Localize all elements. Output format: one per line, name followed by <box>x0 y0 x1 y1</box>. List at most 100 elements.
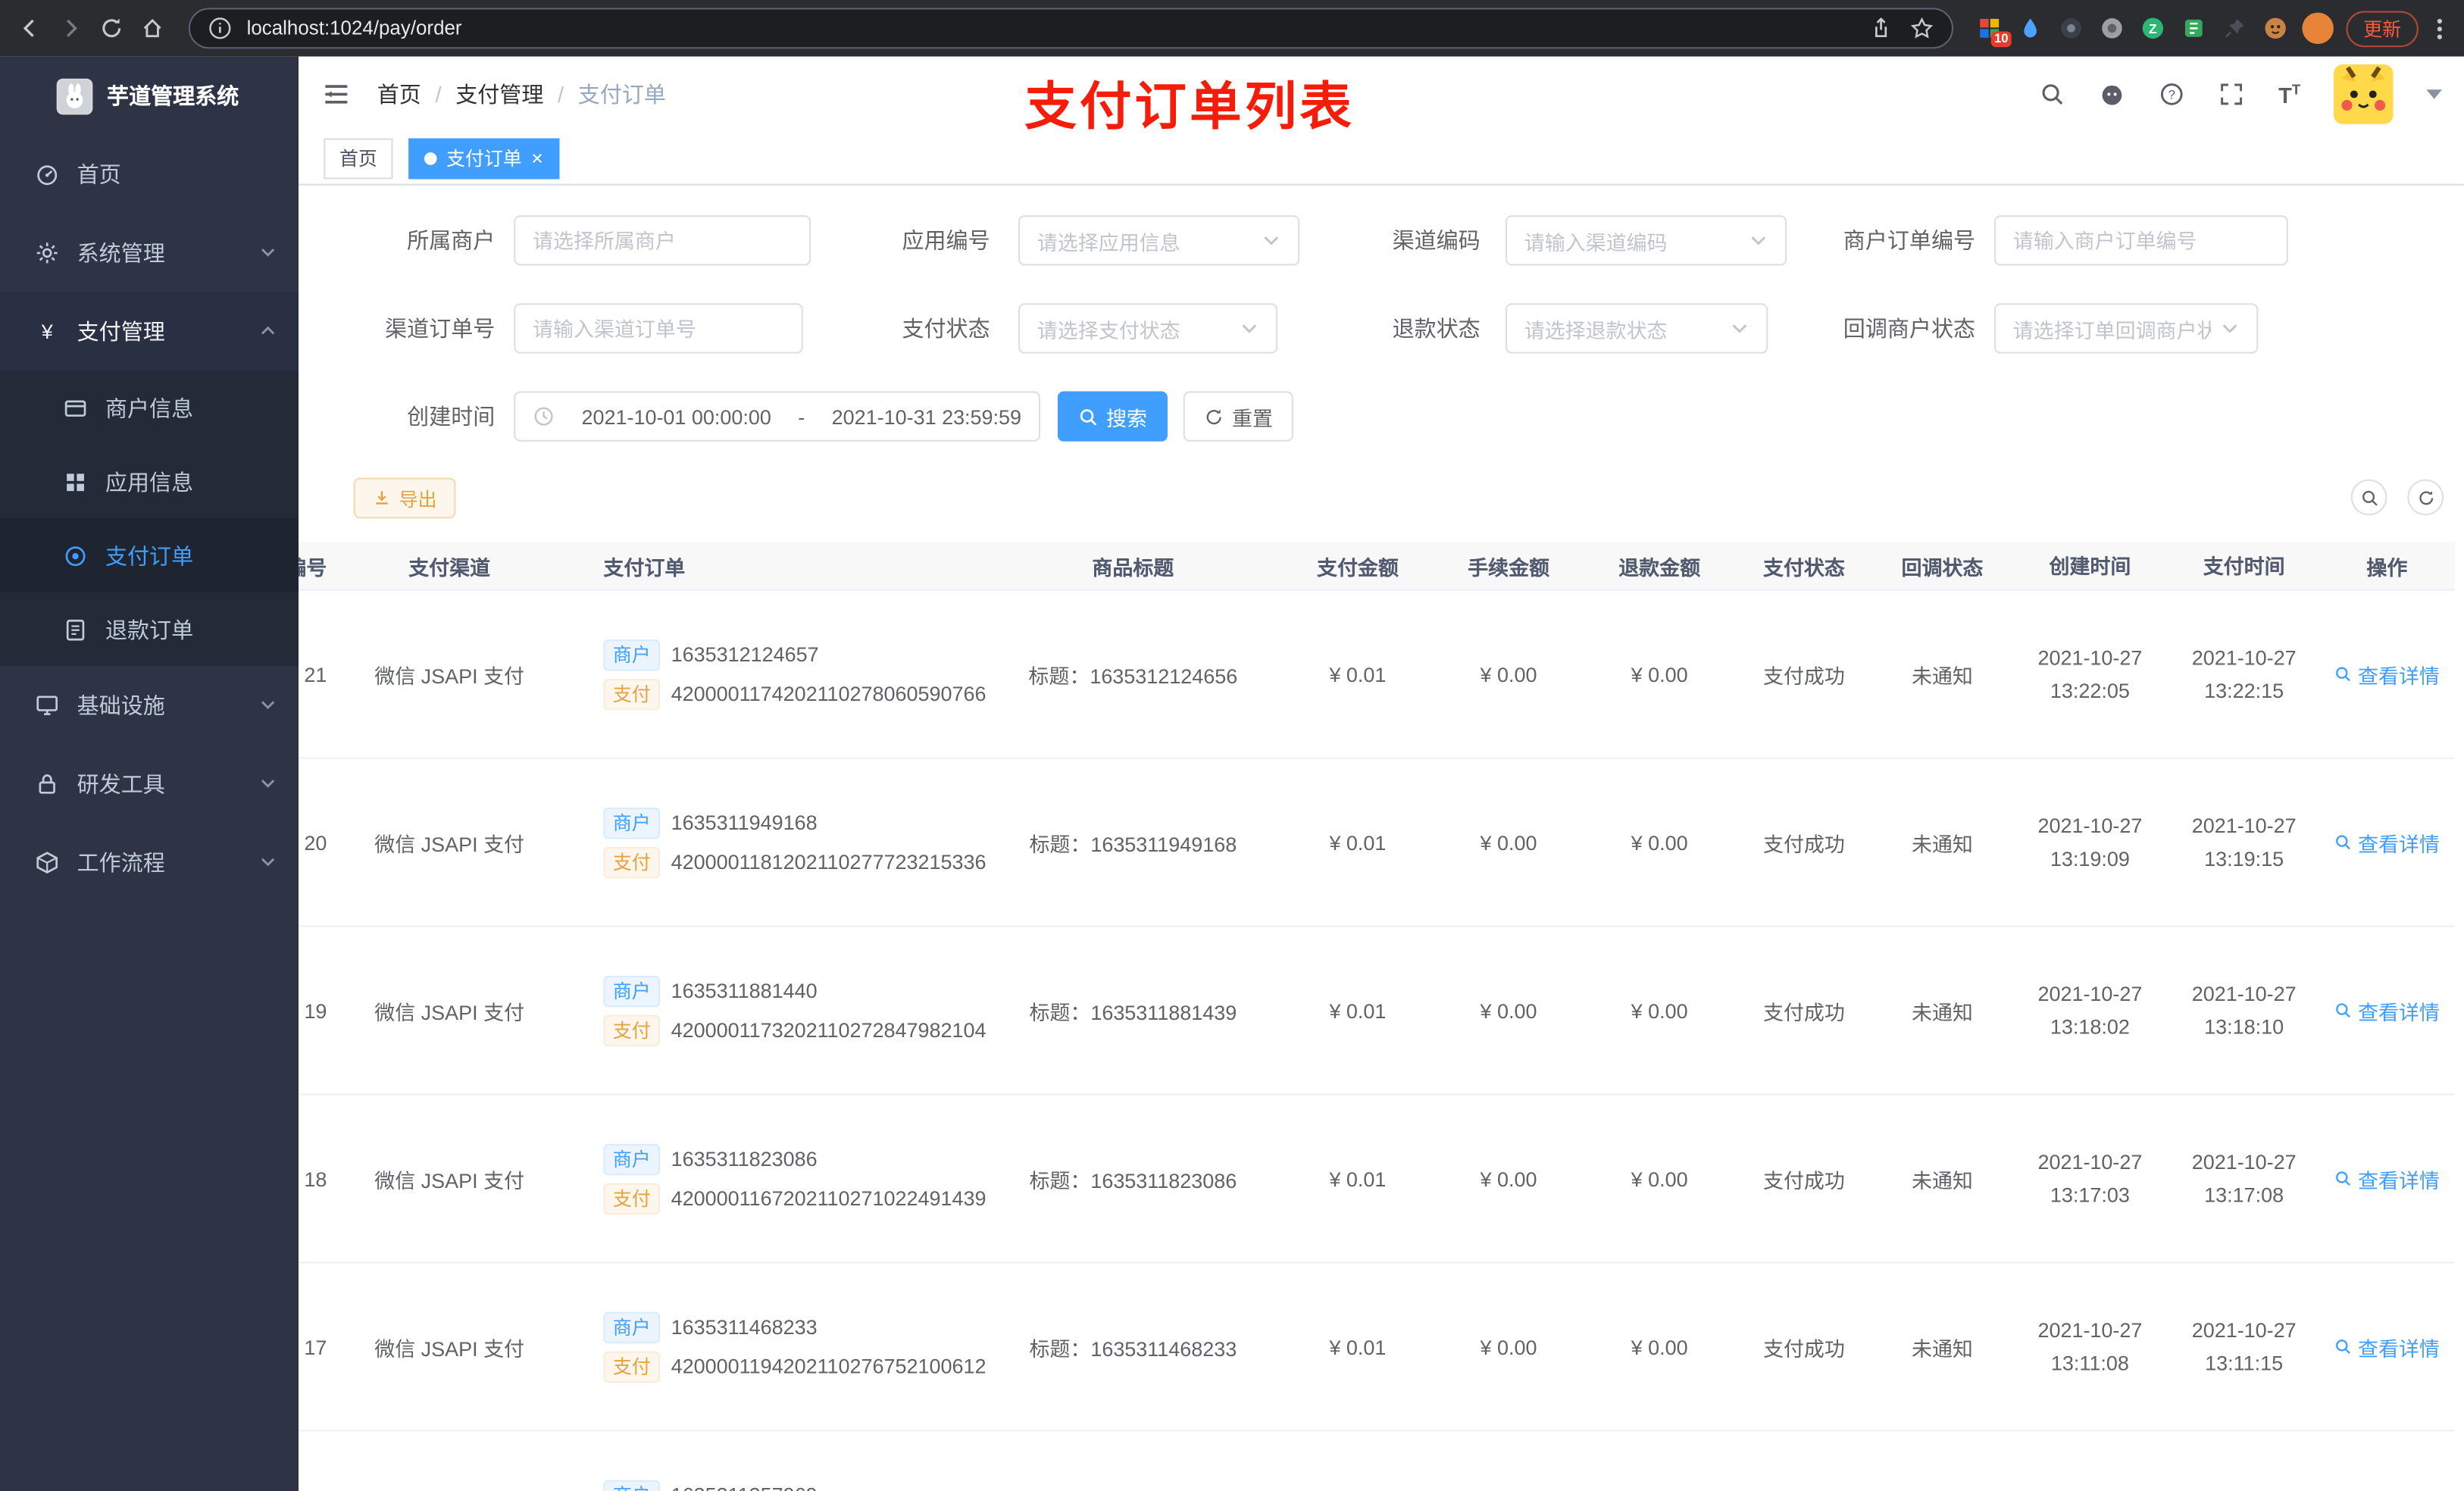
col-header-status: 支付状态 <box>1762 555 1845 580</box>
cell-notify: 未通知 <box>1911 1000 1973 1024</box>
extension-gray-icon[interactable] <box>2098 14 2126 42</box>
sidebar-item-merchant-info[interactable]: 商户信息 <box>0 370 299 444</box>
tab-pay-order[interactable]: 支付订单 × <box>408 137 559 179</box>
help-icon[interactable]: ? <box>2159 81 2186 108</box>
app-logo[interactable]: 芋道管理系统 <box>0 57 299 136</box>
github-icon[interactable] <box>2100 81 2126 108</box>
search-button[interactable]: 搜索 <box>1057 391 1168 442</box>
pay-status-select[interactable]: 请选择支付状态 <box>1018 303 1278 354</box>
sidebar-item-payment[interactable]: ¥ 支付管理 <box>0 292 299 371</box>
date-end: 2021-10-31 23:59:59 <box>831 405 1022 429</box>
reset-button[interactable]: 重置 <box>1183 391 1293 442</box>
reload-icon[interactable] <box>98 14 126 42</box>
export-button[interactable]: 导出 <box>353 477 456 519</box>
chevron-down-icon <box>259 240 277 265</box>
breadcrumb-payment[interactable]: 支付管理 <box>455 79 543 110</box>
user-avatar[interactable] <box>2333 64 2394 124</box>
svg-text:¥: ¥ <box>41 320 54 343</box>
font-size-icon[interactable]: TT <box>2278 81 2300 108</box>
sidebar-item-app-info[interactable]: 应用信息 <box>0 445 299 518</box>
cell-status: 支付成功 <box>1762 832 1845 856</box>
col-header-fee: 手续金额 <box>1468 555 1549 580</box>
merchant-order-no-input[interactable] <box>1993 215 2288 266</box>
filter-label-merchant-order-no: 商户订单编号 <box>1843 227 1976 253</box>
channel-order-no-input[interactable] <box>514 303 803 354</box>
sidebar-item-refund-order[interactable]: 退款订单 <box>0 592 299 666</box>
sidebar-item-infra[interactable]: 基础设施 <box>0 666 299 745</box>
refresh-button[interactable] <box>2407 479 2444 516</box>
browser-profile-avatar[interactable] <box>2302 12 2334 45</box>
home-icon[interactable] <box>139 14 167 42</box>
breadcrumb-separator: / <box>435 81 442 108</box>
extension-grid-icon[interactable]: 10 <box>1975 14 2012 48</box>
col-header-notify: 回调状态 <box>1901 555 1984 580</box>
forward-icon[interactable] <box>57 14 85 42</box>
view-detail-link[interactable]: 查看详情 <box>2334 1164 2440 1193</box>
app-select[interactable]: 请选择应用信息 <box>1018 215 1300 266</box>
col-header-created: 创建时间 <box>2049 554 2131 578</box>
yen-icon: ¥ <box>41 320 54 343</box>
notify-status-select[interactable]: 请选择订单回调商户状态 <box>1993 303 2259 354</box>
sidebar-item-label: 应用信息 <box>105 469 194 495</box>
extension-dark-icon[interactable] <box>2057 14 2085 42</box>
table-header-row: 编号 支付渠道 支付订单 商品标题 支付金额 手续金额 退款金额 支付状态 回调… <box>299 542 2455 591</box>
merchant-no: 1635311357969 <box>671 1483 818 1491</box>
channel-order-no-field[interactable] <box>533 316 784 341</box>
extension-drop-icon[interactable] <box>2016 14 2044 42</box>
app-title: 芋道管理系统 <box>107 83 239 109</box>
close-icon[interactable]: × <box>531 148 543 168</box>
sidebar: 芋道管理系统 首页 系统管理 ¥ 支付管理 商户信息 应用信息 支付订单 退款订… <box>0 56 299 1491</box>
pin-icon[interactable] <box>2221 14 2249 42</box>
share-icon[interactable] <box>1867 14 1895 42</box>
cell-notify: 未通知 <box>1911 832 1973 856</box>
merchant-tag: 商户 <box>603 974 661 1007</box>
merchant-input[interactable] <box>514 215 811 266</box>
sidebar-item-workflow[interactable]: 工作流程 <box>0 824 299 902</box>
merchant-input-field[interactable] <box>533 228 793 252</box>
merchant-tag: 商户 <box>603 1479 661 1491</box>
site-info-icon[interactable] <box>206 14 234 42</box>
back-icon[interactable] <box>16 14 44 42</box>
browser-update-button[interactable]: 更新 <box>2346 10 2419 47</box>
toggle-search-button[interactable] <box>2350 479 2387 516</box>
avatar-caret-icon[interactable] <box>2426 89 2442 99</box>
refund-status-select[interactable]: 请选择退款状态 <box>1505 303 1768 354</box>
view-detail-link[interactable]: 查看详情 <box>2334 659 2440 689</box>
view-detail-link[interactable]: 查看详情 <box>2334 1332 2440 1361</box>
sidebar-item-dev-tools[interactable]: 研发工具 <box>0 745 299 824</box>
sidebar-item-system[interactable]: 系统管理 <box>0 214 299 292</box>
cell-fee: ¥ 0.00 <box>1480 662 1537 686</box>
breadcrumb-home[interactable]: 首页 <box>377 79 421 110</box>
cell-paid: 2021-10-27 13:19:15 <box>2191 814 2297 871</box>
cell-refund: ¥ 0.00 <box>1631 1334 1688 1358</box>
chevron-down-icon <box>259 693 277 718</box>
pay-no: 4200001174202110278060590766 <box>671 682 987 706</box>
sidebar-item-home[interactable]: 首页 <box>0 135 299 214</box>
channel-code-select[interactable]: 请输入渠道编码 <box>1505 215 1787 266</box>
cell-amount: ¥ 0.01 <box>1329 1334 1387 1358</box>
pay-tag: 支付 <box>603 1182 661 1214</box>
hamburger-icon[interactable] <box>321 79 352 110</box>
extension-book-icon[interactable] <box>2180 14 2208 42</box>
extension-green-icon[interactable]: Z <box>2139 14 2167 42</box>
filter-label-merchant: 所属商户 <box>407 227 496 253</box>
url-bar[interactable]: localhost:1024/pay/order <box>188 8 1953 49</box>
browser-menu-icon[interactable] <box>2431 17 2448 39</box>
extension-face-icon[interactable] <box>2261 14 2289 42</box>
cell-channel: 微信 JSAPI 支付 <box>374 1168 525 1192</box>
sidebar-item-label: 系统管理 <box>77 240 165 266</box>
tab-home[interactable]: 首页 <box>324 137 393 179</box>
gear-icon <box>36 242 58 264</box>
sidebar-item-label: 研发工具 <box>77 771 165 797</box>
cell-pay-order: 商户1635311357969 支付 <box>559 1471 983 1491</box>
date-range-picker[interactable]: 2021-10-01 00:00:00 - 2021-10-31 23:59:5… <box>514 391 1040 442</box>
bookmark-star-icon[interactable] <box>1908 14 1936 42</box>
filter-label-channel-code: 渠道编码 <box>1392 227 1481 253</box>
view-detail-link[interactable]: 查看详情 <box>2334 827 2440 857</box>
fullscreen-icon[interactable] <box>2219 81 2245 108</box>
search-icon[interactable] <box>2040 81 2066 108</box>
view-detail-link[interactable]: 查看详情 <box>2334 996 2440 1025</box>
merchant-order-no-field[interactable] <box>2012 228 2269 252</box>
sidebar-item-pay-order[interactable]: 支付订单 <box>0 518 299 592</box>
cell-status: 支付成功 <box>1762 1336 1845 1361</box>
